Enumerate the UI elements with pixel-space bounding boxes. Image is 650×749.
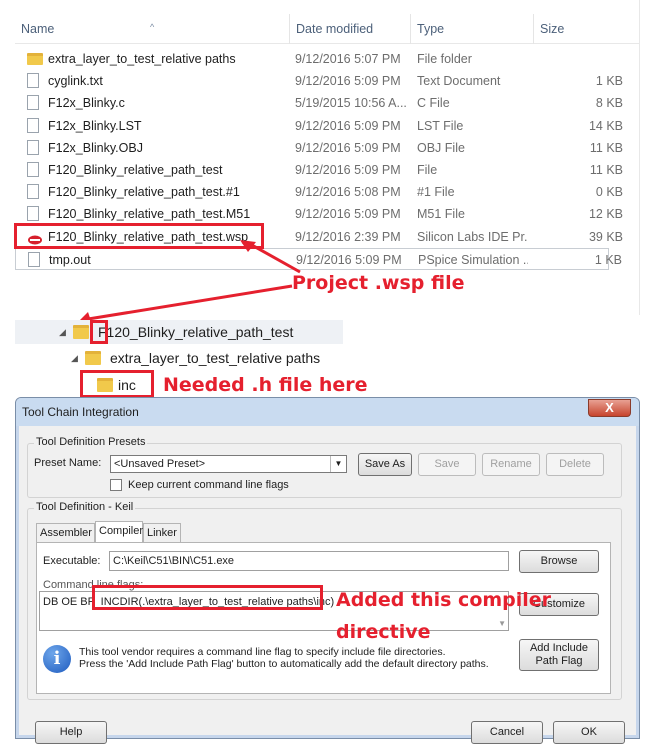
column-date[interactable]: Date modified [290,14,411,44]
info-icon: i [43,645,71,673]
dialog-titlebar[interactable]: Tool Chain Integration X [16,398,639,426]
keep-flags-checkbox[interactable] [110,479,122,491]
file-type: PSpice Simulation ... [418,252,528,267]
wsp-highlight-box [14,223,264,249]
file-date: 9/12/2016 5:08 PM [295,185,401,200]
file-size: 39 KB [588,229,623,244]
file-icon [28,251,40,267]
dialog-title: Tool Chain Integration [22,405,139,419]
add-include-path-button[interactable]: Add Include Path Flag [519,639,599,671]
file-name: extra_layer_to_test_relative paths [48,52,236,66]
folder-icon [73,325,89,339]
tab-compiler[interactable]: Compiler [95,521,143,542]
file-date: 9/12/2016 5:09 PM [295,140,401,155]
file-icon [27,95,39,111]
file-name: F12x_Blinky.LST [48,118,142,133]
column-name[interactable]: Name ^ [15,14,290,44]
save-button[interactable]: Save [418,453,476,476]
file-size: 14 KB [588,118,623,133]
help-button[interactable]: Help [35,721,107,744]
dialog-body: Tool Definition Presets Preset Name: <Un… [23,426,632,744]
folder-icon [85,351,101,365]
file-row[interactable]: extra_layer_to_test_relative paths 9/12/2… [15,48,609,70]
collapse-arrow-icon: ◢ [59,327,66,337]
file-name: F12x_Blinky.OBJ [48,140,143,155]
annotation-project-wsp: Project .wsp file [292,272,465,294]
incdir-highlight-box [92,585,323,610]
file-size: 0 KB [595,185,623,200]
file-type: Silicon Labs IDE Pr... [417,229,527,244]
file-date: 9/12/2016 5:09 PM [295,74,401,89]
dropdown-arrow-icon: ▼ [330,456,346,472]
file-icon [27,184,39,200]
file-type: OBJ File [417,140,465,155]
ok-button[interactable]: OK [553,721,625,744]
executable-input[interactable]: C:\Keil\C51\BIN\C51.exe [109,551,509,571]
file-type: File folder [417,52,472,66]
collapse-arrow-icon: ◢ [71,353,78,363]
inc-highlight-box [80,370,154,398]
folder-icon [27,53,43,65]
file-size: 1 KB [595,74,623,89]
rename-button[interactable]: Rename [482,453,540,476]
file-size: 8 KB [595,96,623,111]
file-name: F120_Blinky_relative_path_test.#1 [48,185,240,200]
file-type: C File [417,96,450,111]
file-row[interactable]: F12x_Blinky.OBJ 9/12/2016 5:09 PM OBJ File… [15,137,623,159]
file-row[interactable]: cyglink.txt 9/12/2016 5:09 PM Text Documen… [15,70,623,92]
preset-select[interactable]: <Unsaved Preset> ▼ [110,455,347,473]
sort-ascending-icon: ^ [150,22,155,32]
annotation-added-directive-1: Added this compiler [336,589,552,611]
tab-linker[interactable]: Linker [143,523,181,542]
file-icon [27,139,39,155]
column-size[interactable]: Size [534,14,614,44]
text-file-icon [27,73,39,89]
file-size: 1 KB [594,252,622,267]
cancel-button[interactable]: Cancel [471,721,543,744]
file-size: 12 KB [588,207,623,222]
file-name: F12x_Blinky.c [48,96,125,111]
save-as-button[interactable]: Save As [358,453,412,476]
tree-item-root[interactable]: ◢ F120_Blinky_relative_path_test [15,320,343,344]
file-type: File [417,163,438,177]
file-size: 11 KB [589,163,623,177]
file-row[interactable]: F120_Blinky_relative_path_test 9/12/2016 … [15,159,623,181]
delete-button[interactable]: Delete [546,453,604,476]
tool-chain-dialog: Tool Chain Integration X Tool Definition… [15,397,640,744]
annotation-needed-h: Needed .h file here [163,374,368,396]
close-button[interactable]: X [588,399,631,417]
file-size: 11 KB [589,140,623,155]
root-folder-highlight [90,320,108,344]
file-name: cyglink.txt [48,74,103,89]
column-header: Name ^ Date modified Type Size [15,14,639,44]
file-type: M51 File [417,207,465,222]
annotation-added-directive-2: directive [336,621,431,643]
file-name: F120_Blinky_relative_path_test [48,163,223,177]
file-type: Text Document [417,74,501,89]
file-row[interactable]: F12x_Blinky.LST 9/12/2016 5:09 PM LST File… [15,115,623,137]
presets-group: Tool Definition Presets Preset Name: <Un… [27,436,622,498]
file-row[interactable]: F12x_Blinky.c 5/19/2015 10:56 A... C File 8… [15,92,623,114]
browse-button[interactable]: Browse [519,550,599,573]
compiler-panel: Executable: C:\Keil\C51\BIN\C51.exe Brow… [36,542,611,694]
file-date: 9/12/2016 5:07 PM [295,52,401,66]
file-icon [27,117,39,133]
file-row[interactable]: F120_Blinky_relative_path_test.#1 9/12/20… [15,181,623,203]
file-date: 5/19/2015 10:56 A... [295,96,407,111]
file-name: tmp.out [49,252,91,267]
file-icon [27,206,39,222]
file-explorer: Name ^ Date modified Type Size extra_lay… [15,0,640,315]
column-type[interactable]: Type [411,14,534,44]
tab-assembler[interactable]: Assembler [36,523,95,542]
scroll-down-icon[interactable]: ▼ [498,616,506,630]
file-type: #1 File [417,185,455,200]
file-type: LST File [417,118,464,133]
file-icon [27,162,39,177]
file-date: 9/12/2016 5:09 PM [295,118,401,133]
file-date: 9/12/2016 5:09 PM [295,207,401,222]
file-date: 9/12/2016 5:09 PM [295,163,401,177]
